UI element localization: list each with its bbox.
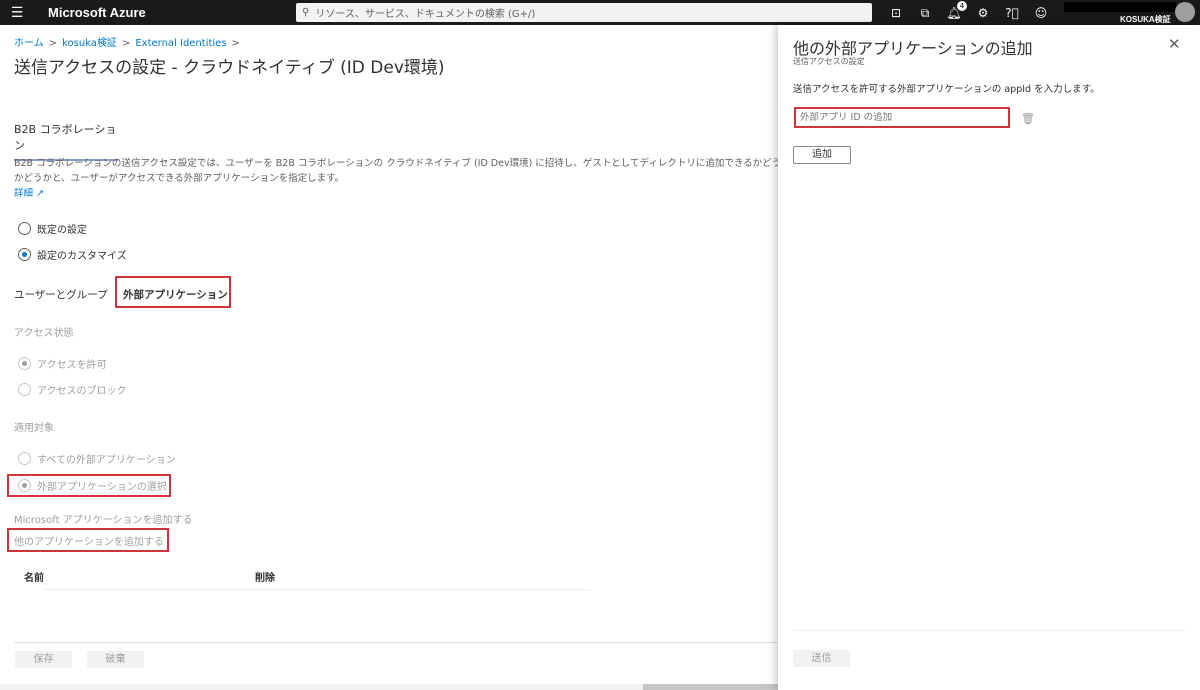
- account-redacted: [1064, 2, 1176, 12]
- app-id-input[interactable]: [794, 107, 1010, 128]
- top-bar: ☰ Microsoft Azure ⚲ リソース、サービス、ドキュメントの検索 (…: [0, 0, 1200, 25]
- more-options-button[interactable]: …: [407, 57, 417, 68]
- notification-badge: 4: [957, 0, 967, 11]
- account-name[interactable]: KOSUKA検証: [1120, 14, 1171, 25]
- discard-button[interactable]: 破棄: [87, 651, 144, 668]
- save-button[interactable]: 保存: [15, 651, 72, 668]
- close-icon[interactable]: ✕: [1168, 35, 1181, 53]
- avatar[interactable]: [1175, 2, 1195, 22]
- highlight-box: [7, 474, 171, 497]
- highlight-box: [115, 276, 231, 308]
- radio-all-external-apps[interactable]: すべての外部アプリケーション: [18, 451, 176, 466]
- panel-divider: [793, 630, 1185, 631]
- description-line: かどうかと、ユーザーがアクセスできる外部アプリケーションを指定します。: [14, 173, 345, 184]
- search-icon: ⚲: [302, 7, 310, 18]
- brand[interactable]: Microsoft Azure: [48, 5, 146, 20]
- applies-to-label: 適用対象: [14, 423, 54, 434]
- description-line: B2B コラボレーションの送信アクセス設定では、ユーザーを B2B コラボレーシ…: [14, 158, 778, 169]
- add-microsoft-apps-link[interactable]: Microsoft アプリケーションを追加する: [14, 511, 193, 526]
- panel-subtitle: 送信アクセスの設定: [793, 57, 865, 66]
- gear-icon[interactable]: ⚙: [975, 5, 991, 21]
- breadcrumb: ホーム > kosuka検証 > External Identities >: [14, 38, 240, 49]
- learn-more-link[interactable]: 詳細: [14, 188, 33, 199]
- highlight-box: [7, 528, 169, 552]
- horizontal-scrollbar[interactable]: [0, 684, 778, 690]
- search-box[interactable]: ⚲ リソース、サービス、ドキュメントの検索 (G+/): [296, 3, 872, 22]
- breadcrumb-tenant[interactable]: kosuka検証: [62, 38, 117, 49]
- radio-allow-access[interactable]: アクセスを許可: [18, 356, 107, 371]
- breadcrumb-home[interactable]: ホーム: [14, 38, 44, 49]
- search-placeholder: リソース、サービス、ドキュメントの検索 (G+/): [315, 9, 536, 20]
- panel-description: 送信アクセスを許可する外部アプリケーションの appId を入力します。: [793, 84, 1100, 95]
- help-icon[interactable]: ?⃝: [1004, 5, 1020, 21]
- scrollbar-thumb[interactable]: [643, 684, 778, 690]
- radio-customize-settings[interactable]: 設定のカスタマイズ: [18, 247, 127, 262]
- directory-filter-icon[interactable]: ⧉: [917, 5, 933, 21]
- page-title: 送信アクセスの設定 - クラウドネイティブ (ID Dev環境): [14, 58, 445, 78]
- footer-divider: [14, 642, 778, 643]
- notifications-icon[interactable]: 🔔︎ 4: [946, 0, 967, 21]
- cloud-shell-icon[interactable]: ⊡: [888, 5, 904, 21]
- breadcrumb-external-identities[interactable]: External Identities: [135, 38, 226, 49]
- submit-button[interactable]: 送信: [793, 650, 850, 667]
- table-divider: [45, 589, 590, 590]
- access-status-label: アクセス状態: [14, 328, 74, 339]
- radio-block-access[interactable]: アクセスのブロック: [18, 382, 127, 397]
- external-link-icon: ↗: [36, 188, 45, 199]
- hamburger-icon[interactable]: ☰: [0, 5, 34, 21]
- main-content: ホーム > kosuka検証 > External Identities > 送信アクセス…: [0, 25, 778, 690]
- description: B2B コラボレーションの送信アクセス設定では、ユーザーを B2B コラボレーシ…: [14, 156, 778, 201]
- column-header-name: 名前: [24, 573, 44, 584]
- trash-icon[interactable]: 🗑︎: [1021, 112, 1035, 125]
- tab-b2b-collaboration[interactable]: B2B コラボレーション: [14, 121, 118, 161]
- add-button[interactable]: 追加: [793, 146, 851, 164]
- column-header-delete: 削除: [255, 573, 275, 584]
- radio-default-settings[interactable]: 既定の設定: [18, 221, 87, 236]
- feedback-icon[interactable]: ☺: [1033, 5, 1049, 21]
- tab-users-groups[interactable]: ユーザーとグループ: [14, 287, 108, 302]
- add-external-app-panel: 他の外部アプリケーションの追加 送信アクセスの設定 ✕ 送信アクセスを許可する外…: [778, 25, 1200, 690]
